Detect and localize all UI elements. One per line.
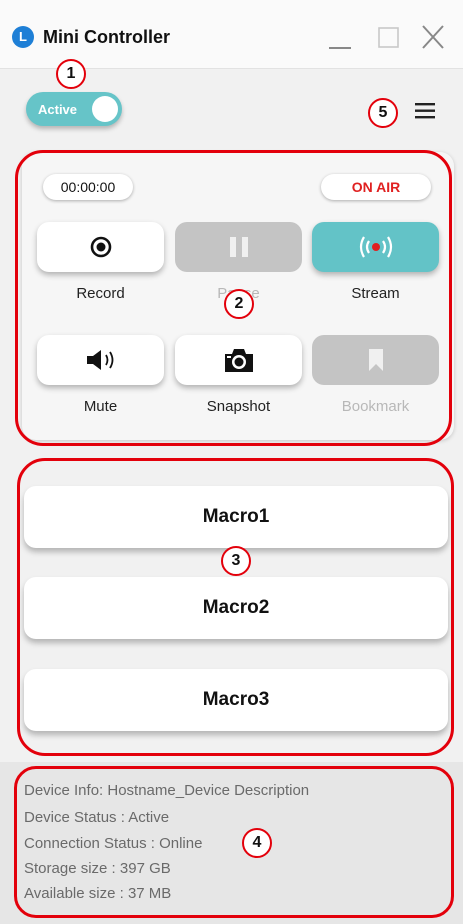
app-logo-icon: L (12, 26, 34, 48)
hamburger-menu-icon[interactable] (414, 102, 438, 120)
minimize-button[interactable] (326, 22, 356, 52)
annotation-marker-4: 4 (242, 828, 272, 858)
window-title: Mini Controller (43, 27, 170, 47)
annotation-marker-3: 3 (221, 546, 251, 576)
annotation-marker-1: 1 (56, 59, 86, 89)
maximize-button[interactable] (374, 22, 404, 52)
maximize-icon (378, 27, 399, 48)
close-icon (422, 25, 444, 49)
annotation-region-4 (14, 766, 454, 918)
toggle-label: Active (38, 102, 78, 117)
close-button[interactable] (418, 22, 448, 52)
annotation-region-3 (17, 458, 454, 756)
toggle-knob (92, 96, 118, 122)
minimize-icon (329, 47, 351, 49)
annotation-marker-2: 2 (224, 289, 254, 319)
active-toggle[interactable]: Active (26, 92, 122, 126)
annotation-marker-5: 5 (368, 98, 398, 128)
